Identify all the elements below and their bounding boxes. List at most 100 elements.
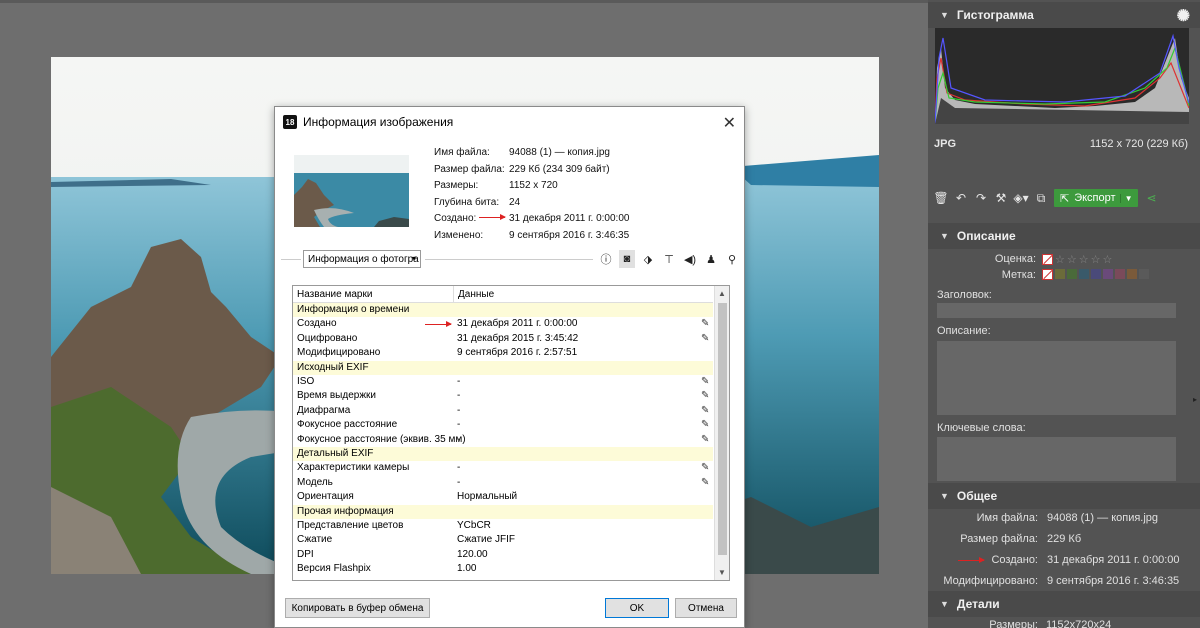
signpost-icon[interactable]: ⊤ [661, 250, 677, 268]
tag-name: DPI [297, 548, 314, 560]
table-row[interactable]: Ориентация Нормальный [293, 490, 713, 504]
description-header[interactable]: ▼ Описание [928, 223, 1200, 249]
no-color-icon[interactable] [1042, 269, 1053, 280]
general-header[interactable]: ▼ Общее [928, 483, 1200, 509]
cancel-button[interactable]: Отмена [675, 598, 737, 618]
table-row[interactable]: Сжатие Сжатие JFIF [293, 533, 713, 547]
tag-value: - [457, 404, 461, 416]
info-category-dropdown[interactable]: Информация о фотогра ▾ [303, 250, 421, 268]
histogram-header[interactable]: ▼ Гистограмма ✺ [928, 2, 1200, 28]
table-row[interactable]: Фокусное расстояние (эквив. 35 мм) - ✎ [293, 433, 713, 447]
table-group-row[interactable]: Исходный EXIF [293, 360, 713, 375]
pencil-edit-icon[interactable]: ✎ [701, 317, 709, 331]
table-row[interactable]: ISO - ✎ [293, 375, 713, 389]
pencil-edit-icon[interactable]: ✎ [701, 404, 709, 418]
divider [425, 259, 593, 260]
star-icon[interactable]: ☆ [1103, 253, 1113, 266]
table-row[interactable]: Диафрагма - ✎ [293, 404, 713, 418]
color-swatch[interactable] [1115, 269, 1125, 279]
file-info-row: Размеры: 1152 x 720 [434, 180, 558, 192]
no-rating-icon[interactable] [1042, 254, 1053, 265]
rotate-right-icon[interactable]: ↷ [974, 191, 988, 205]
table-row[interactable]: Представление цветов YCbCR [293, 519, 713, 533]
table-row[interactable]: Модель - ✎ [293, 476, 713, 490]
scroll-down-icon[interactable]: ▼ [718, 568, 726, 577]
color-swatch[interactable] [1091, 269, 1101, 279]
table-row[interactable]: DPI 120.00 [293, 548, 713, 562]
color-swatch[interactable] [1139, 269, 1149, 279]
settings-sun-icon[interactable]: ✺ [1177, 6, 1190, 26]
magic-wand-icon[interactable]: ⚒ [994, 191, 1008, 205]
pencil-edit-icon[interactable]: ✎ [701, 389, 709, 403]
export-arrow-icon: ⇱ [1060, 192, 1070, 205]
table-row[interactable]: Версия Flashpix 1.00 [293, 562, 713, 576]
trash-icon[interactable]: 🗑 [933, 191, 948, 205]
general-label: Имя файла: [976, 512, 1038, 524]
details-header[interactable]: ▼ Детали [928, 591, 1200, 617]
close-icon[interactable]: ✕ [723, 113, 736, 133]
divider [281, 259, 301, 260]
ok-button[interactable]: OK [605, 598, 669, 618]
color-swatch[interactable] [1103, 269, 1113, 279]
scroll-up-icon[interactable]: ▲ [718, 289, 726, 298]
tag-value: - [457, 476, 461, 488]
star-icon[interactable]: ☆ [1067, 253, 1077, 266]
exif-table[interactable]: Название марки Данные Информация о време… [292, 285, 730, 581]
person-icon[interactable]: ♟ [703, 250, 719, 268]
pencil-edit-icon[interactable]: ✎ [701, 461, 709, 475]
info-icon[interactable]: ⓘ [598, 250, 614, 268]
collapse-triangle-icon: ▼ [940, 599, 949, 609]
expand-panel-icon[interactable]: ▸ [1193, 395, 1197, 404]
table-row[interactable]: Время выдержки - ✎ [293, 389, 713, 403]
tag-name: Фокусное расстояние (эквив. 35 мм) [297, 433, 466, 445]
table-row[interactable]: Создано 31 декабря 2011 г. 0:00:00 ✎ [293, 317, 713, 331]
color-swatch[interactable] [1079, 269, 1089, 279]
pencil-edit-icon[interactable]: ✎ [701, 375, 709, 389]
table-group-row[interactable]: Детальный EXIF [293, 447, 713, 462]
rotate-left-icon[interactable]: ↶ [954, 191, 968, 205]
table-row[interactable]: Модифицировано 9 сентября 2016 г. 2:57:51 [293, 346, 713, 360]
speaker-icon[interactable]: ◀) [682, 250, 698, 268]
table-group-row[interactable]: Информация о времени [293, 303, 713, 318]
dialog-titlebar[interactable]: 18 Информация изображения ✕ [275, 107, 744, 137]
header-input[interactable] [937, 303, 1176, 318]
file-info-row: Размер файла: 229 Кб (234 309 байт) [434, 164, 610, 175]
layers-dropdown-icon[interactable]: ◈▾ [1013, 191, 1028, 205]
tag-name: Сжатие [297, 534, 333, 546]
pencil-edit-icon[interactable]: ✎ [701, 332, 709, 346]
file-info-label: Размеры: [434, 180, 479, 192]
description-textarea[interactable] [937, 341, 1176, 415]
star-icon[interactable]: ☆ [1091, 253, 1101, 266]
table-scrollbar[interactable]: ▲ ▼ [714, 286, 729, 580]
pencil-edit-icon[interactable]: ✎ [701, 433, 709, 447]
keywords-label: Ключевые слова: [937, 422, 1026, 434]
rating-stars[interactable]: ☆ ☆ ☆ ☆ ☆ [1042, 253, 1112, 266]
keywords-textarea[interactable] [937, 437, 1176, 481]
pencil-edit-icon[interactable]: ✎ [701, 476, 709, 490]
export-button[interactable]: ⇱ Экспорт ▼ [1054, 189, 1139, 207]
table-row[interactable]: Фокусное расстояние - ✎ [293, 418, 713, 432]
color-swatch[interactable] [1127, 269, 1137, 279]
export-dropdown-icon[interactable]: ▼ [1119, 193, 1132, 203]
scrollbar-thumb[interactable] [718, 303, 727, 555]
color-swatch[interactable] [1055, 269, 1065, 279]
table-row[interactable]: Оцифровано 31 декабря 2015 г. 3:45:42 ✎ [293, 332, 713, 346]
table-row[interactable]: Характеристики камеры - ✎ [293, 461, 713, 475]
tag-value: - [457, 433, 461, 445]
copy-to-clipboard-button[interactable]: Копировать в буфер обмена [285, 598, 430, 618]
color-swatch[interactable] [1067, 269, 1077, 279]
share-icon[interactable]: ⋖ [1144, 191, 1158, 205]
camera-icon[interactable]: ◙ [619, 250, 635, 268]
star-icon[interactable]: ☆ [1055, 253, 1065, 266]
location-pin-icon[interactable]: ⚲ [724, 250, 740, 268]
copy-icon[interactable]: ⧉ [1034, 191, 1048, 205]
info-tab-icons: ⓘ ◙ ⬗ ⊤ ◀) ♟ ⚲ [598, 250, 740, 268]
file-info-row: Имя файла: 94088 (1) — копия.jpg [434, 147, 610, 158]
chevron-down-icon: ▾ [411, 254, 416, 263]
collapse-triangle-icon: ▼ [940, 231, 949, 241]
tag-icon[interactable]: ⬗ [640, 250, 656, 268]
image-dimensions: 1152 x 720 (229 Кб) [1089, 138, 1188, 150]
pencil-edit-icon[interactable]: ✎ [701, 418, 709, 432]
star-icon[interactable]: ☆ [1079, 253, 1089, 266]
table-group-row[interactable]: Прочая информация [293, 504, 713, 519]
